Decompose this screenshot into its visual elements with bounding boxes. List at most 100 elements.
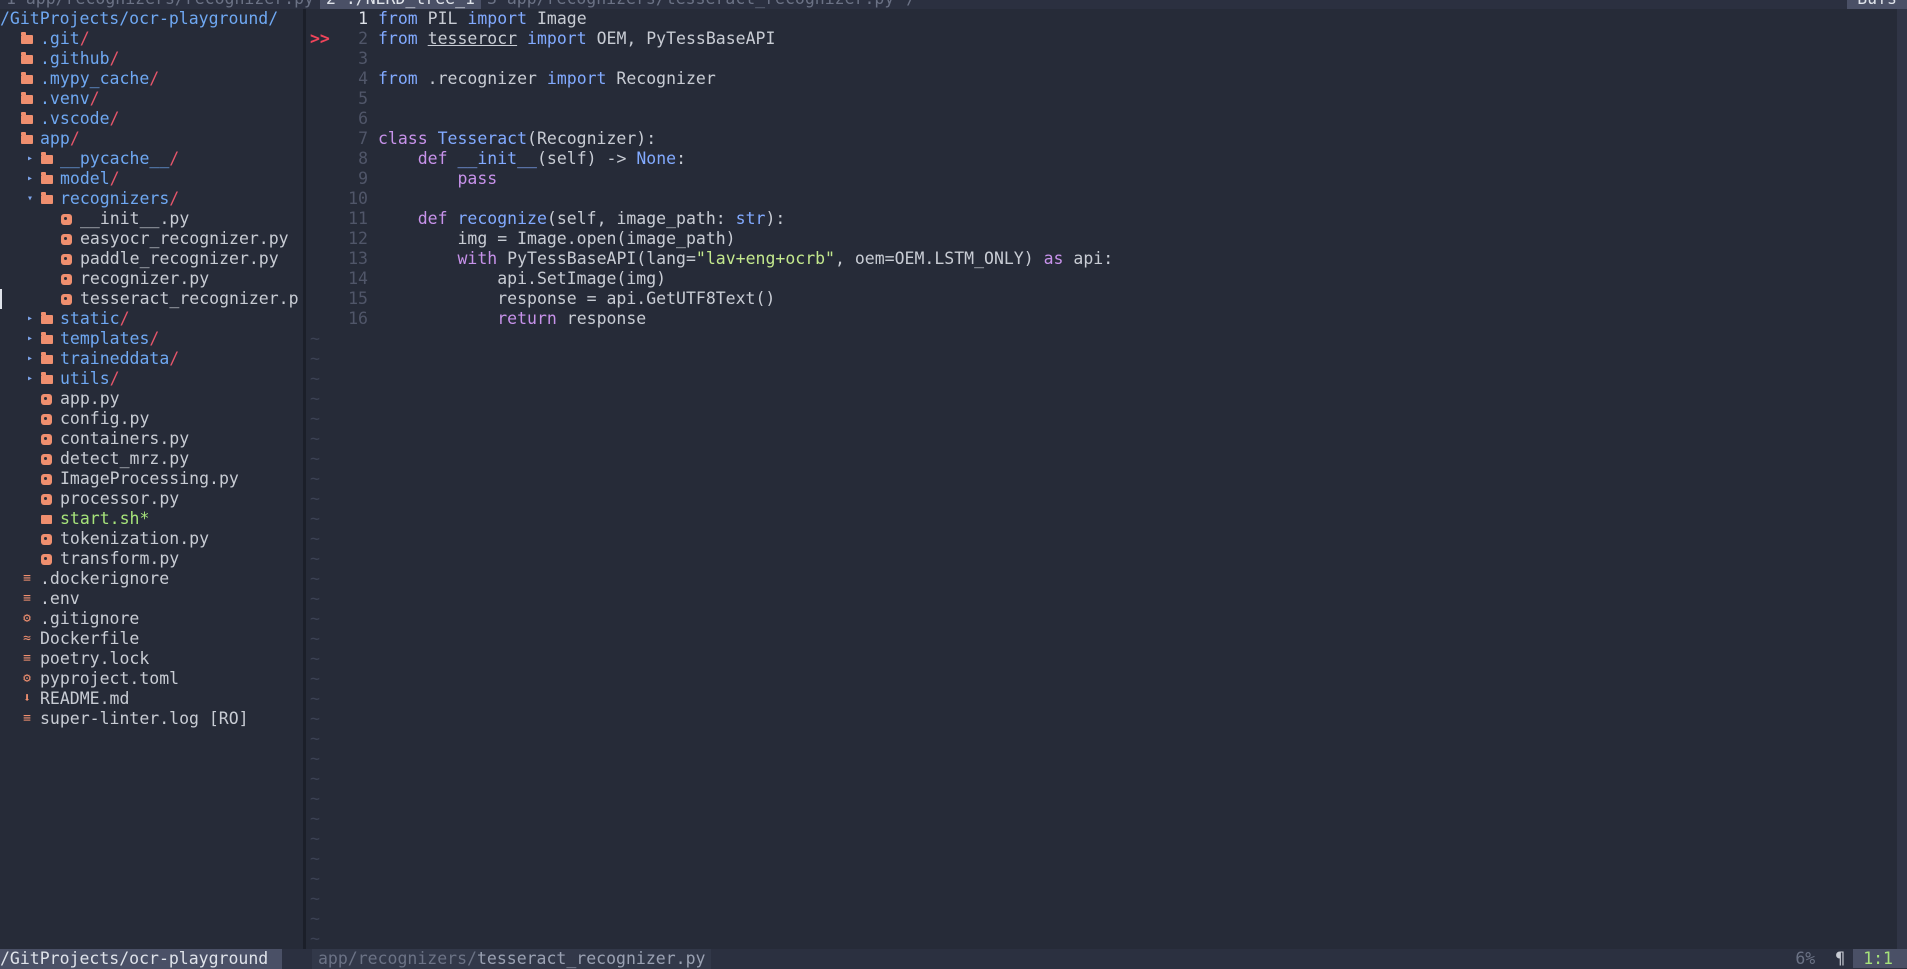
code-line[interactable]: 12 img = Image.open(image_path) bbox=[306, 229, 1897, 249]
tree-folder[interactable]: .venv/ bbox=[0, 89, 303, 109]
code-line[interactable]: 14 api.SetImage(img) bbox=[306, 269, 1897, 289]
code-line[interactable]: 6 bbox=[306, 109, 1897, 129]
code-line[interactable]: 13 with PyTessBaseAPI(lang="lav+eng+ocrb… bbox=[306, 249, 1897, 269]
tree-folder[interactable]: ▸ templates/ bbox=[0, 329, 303, 349]
code-line[interactable]: 9 pass bbox=[306, 169, 1897, 189]
code-token: Image bbox=[527, 9, 587, 28]
tree-file[interactable]: start.sh* bbox=[0, 509, 303, 529]
collapsed-arrow-icon[interactable]: ▸ bbox=[20, 149, 40, 169]
tree-folder[interactable]: ▸ utils/ bbox=[0, 369, 303, 389]
tilde-marker: ~ bbox=[310, 489, 320, 508]
tab-nerdtree[interactable]: 2 ./NERD_tree_1 bbox=[319, 0, 481, 9]
tree-file[interactable]: __init__.py bbox=[0, 209, 303, 229]
file-name: containers.py bbox=[60, 429, 190, 448]
dir-slash: / bbox=[119, 309, 130, 328]
file-name: .gitignore bbox=[40, 609, 140, 628]
folder-shape bbox=[21, 132, 33, 144]
empty-line: ~ bbox=[306, 809, 1897, 829]
code-line[interactable]: 15 response = api.GetUTF8Text() bbox=[306, 289, 1897, 309]
tree-folder[interactable]: ▸ model/ bbox=[0, 169, 303, 189]
tree-file[interactable]: easyocr_recognizer.py bbox=[0, 229, 303, 249]
config-gear-icon: ⚙ bbox=[20, 609, 34, 629]
python-icon bbox=[40, 549, 54, 569]
tree-file[interactable]: transform.py bbox=[0, 549, 303, 569]
tree-file[interactable]: containers.py bbox=[0, 429, 303, 449]
tree-file[interactable]: tesseract_recognizer.p bbox=[0, 289, 303, 309]
line-number: 6 bbox=[358, 109, 368, 128]
folder-shape bbox=[21, 52, 33, 64]
tab-close[interactable]: / bbox=[900, 0, 922, 9]
tree-folder[interactable]: .mypy_cache/ bbox=[0, 69, 303, 89]
code-line[interactable]: >> 2 from tesserocr import OEM, PyTessBase… bbox=[306, 29, 1897, 49]
tree-root[interactable]: /GitProjects/ocr-playground/ bbox=[0, 9, 303, 29]
code-line[interactable]: 16 return response bbox=[306, 309, 1897, 329]
tree-folder[interactable]: ▸ static/ bbox=[0, 309, 303, 329]
glyph: ≈ bbox=[23, 631, 31, 646]
code-line[interactable]: 4 from .recognizer import Recognizer bbox=[306, 69, 1897, 89]
tree-file[interactable]: ≡ .env bbox=[0, 589, 303, 609]
tree-folder[interactable]: .git/ bbox=[0, 29, 303, 49]
tree-file[interactable]: recognizer.py bbox=[0, 269, 303, 289]
tree-file[interactable]: ⚙ .gitignore bbox=[0, 609, 303, 629]
tree-file[interactable]: processor.py bbox=[0, 489, 303, 509]
tree-folder[interactable]: ▸ __pycache__/ bbox=[0, 149, 303, 169]
folder-name: static bbox=[60, 309, 120, 328]
tree-file[interactable]: ≡ poetry.lock bbox=[0, 649, 303, 669]
tree-file[interactable]: ≡ .dockerignore bbox=[0, 569, 303, 589]
code-editor[interactable]: 1 from PIL import Image >> 2 from tesserocr … bbox=[306, 9, 1897, 949]
line-number: 15 bbox=[348, 289, 368, 308]
tree-folder[interactable]: ▸ traineddata/ bbox=[0, 349, 303, 369]
code-line[interactable]: 7 class Tesseract(Recognizer): bbox=[306, 129, 1897, 149]
collapsed-arrow-icon[interactable]: ▸ bbox=[20, 369, 40, 389]
dir-slash: / bbox=[109, 369, 120, 388]
tilde-marker: ~ bbox=[310, 909, 320, 928]
folder-shape bbox=[41, 192, 53, 204]
folder-icon bbox=[40, 329, 54, 349]
tree-file[interactable]: config.py bbox=[0, 409, 303, 429]
sign-column: >> bbox=[310, 29, 330, 48]
dir-slash: / bbox=[69, 129, 80, 148]
code-line[interactable]: 3 bbox=[306, 49, 1897, 69]
folder-icon bbox=[20, 109, 34, 129]
tree-folder[interactable]: ▾ recognizers/ bbox=[0, 189, 303, 209]
tree-folder[interactable]: app/ bbox=[0, 129, 303, 149]
code-line[interactable]: 10 bbox=[306, 189, 1897, 209]
tree-file[interactable]: ImageProcessing.py bbox=[0, 469, 303, 489]
tree-file[interactable]: ⬇ README.md bbox=[0, 689, 303, 709]
empty-line: ~ bbox=[306, 669, 1897, 689]
collapsed-arrow-icon[interactable]: ▸ bbox=[20, 309, 40, 329]
tree-folder[interactable]: .vscode/ bbox=[0, 109, 303, 129]
tree-file[interactable]: app.py bbox=[0, 389, 303, 409]
code-token: recognize bbox=[457, 209, 547, 228]
tree-folder[interactable]: .github/ bbox=[0, 49, 303, 69]
tree-file[interactable]: detect_mrz.py bbox=[0, 449, 303, 469]
python-icon bbox=[60, 229, 74, 249]
config-gear-icon: ⚙ bbox=[20, 669, 34, 689]
empty-line: ~ bbox=[306, 729, 1897, 749]
collapsed-arrow-icon[interactable]: ▸ bbox=[20, 349, 40, 369]
code-token: pass bbox=[457, 169, 498, 188]
tab-recognizer[interactable]: 1 app/recognizers/recognizer.py bbox=[0, 0, 320, 9]
python-shape bbox=[41, 394, 52, 405]
tree-file[interactable]: ⚙ pyproject.toml bbox=[0, 669, 303, 689]
collapsed-arrow-icon[interactable]: ▸ bbox=[20, 329, 40, 349]
code-token: tesserocr bbox=[427, 29, 518, 48]
folder-icon bbox=[40, 309, 54, 329]
empty-line: ~ bbox=[306, 509, 1897, 529]
scrollbar[interactable] bbox=[1897, 9, 1907, 949]
expanded-arrow-icon[interactable]: ▾ bbox=[20, 189, 40, 209]
empty-line: ~ bbox=[306, 609, 1897, 629]
tree-file[interactable]: tokenization.py bbox=[0, 529, 303, 549]
collapsed-arrow-icon[interactable]: ▸ bbox=[20, 169, 40, 189]
tree-file[interactable]: ≈ Dockerfile bbox=[0, 629, 303, 649]
tab-tesseract-recognizer[interactable]: 3 app/recognizers/tesseract_recognizer.p… bbox=[481, 0, 900, 9]
code-line[interactable]: 11 def recognize(self, image_path: str): bbox=[306, 209, 1897, 229]
code-line[interactable]: 8 def __init__(self) -> None: bbox=[306, 149, 1897, 169]
code-line[interactable]: 1 from PIL import Image bbox=[306, 9, 1897, 29]
tree-file[interactable]: paddle_recognizer.py bbox=[0, 249, 303, 269]
python-icon bbox=[40, 389, 54, 409]
code-line[interactable]: 5 bbox=[306, 89, 1897, 109]
tree-file[interactable]: ≡ super-linter.log [RO] bbox=[0, 709, 303, 729]
python-shape bbox=[41, 554, 52, 565]
code-token: def bbox=[417, 209, 448, 228]
